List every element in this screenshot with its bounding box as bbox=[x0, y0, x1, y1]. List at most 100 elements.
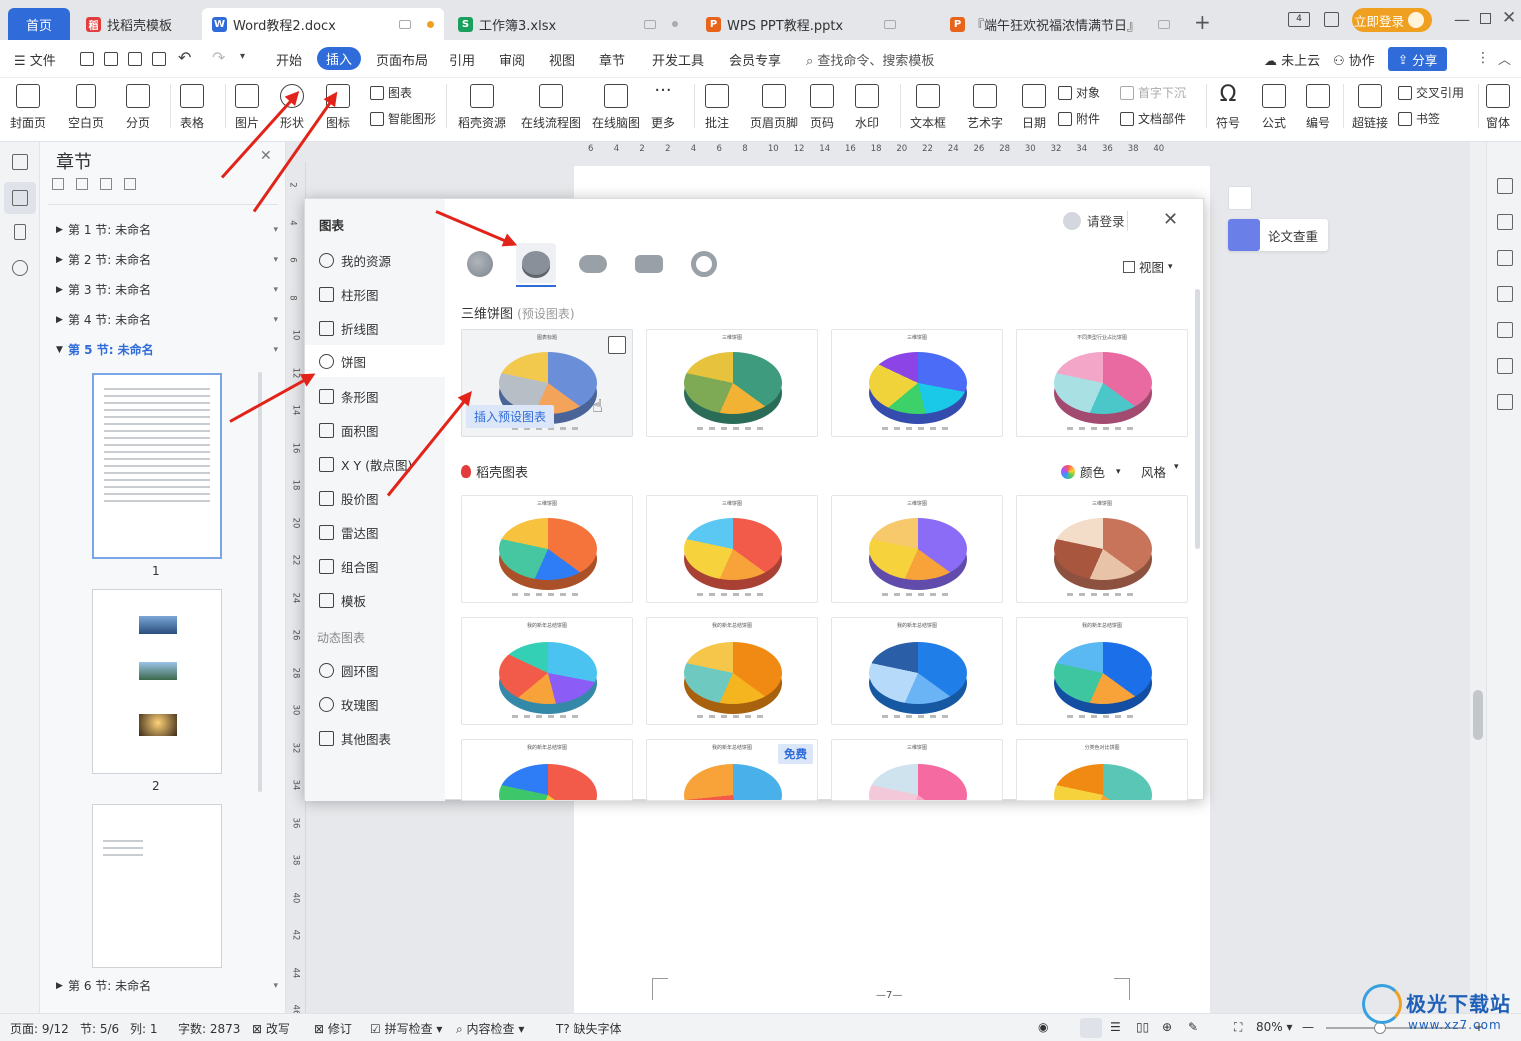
close-window-icon[interactable]: ✕ bbox=[1502, 8, 1516, 28]
picture-button[interactable]: 图片 bbox=[235, 84, 259, 131]
dropcap-button[interactable]: 首字下沉 bbox=[1120, 84, 1186, 101]
minimize-icon[interactable]: — bbox=[1454, 10, 1470, 29]
chart-category-item[interactable]: 雷达图 bbox=[319, 523, 379, 542]
content-check-button[interactable]: ⌕ 内容检查 ▾ bbox=[456, 1020, 524, 1037]
pin-icon[interactable] bbox=[399, 19, 411, 29]
tab-excel[interactable]: S 工作簿3.xlsx bbox=[448, 8, 688, 40]
chart-template-card[interactable]: 三维饼图 bbox=[461, 495, 633, 603]
chart-template-card[interactable]: 图表标题 插入预设图表 ☝ bbox=[461, 329, 633, 437]
chart-category-item[interactable]: 模板 bbox=[319, 591, 366, 610]
dialog-login[interactable]: 请登录 bbox=[1063, 211, 1125, 230]
fit-icon[interactable]: ⛶ bbox=[1234, 1020, 1242, 1035]
compass-icon[interactable] bbox=[1497, 358, 1513, 374]
symbol-button[interactable]: Ω 符号 bbox=[1216, 84, 1240, 131]
chart-template-card[interactable]: 三维饼图 bbox=[646, 329, 818, 437]
doc-parts-button[interactable]: 文档部件 bbox=[1120, 110, 1186, 127]
table-button[interactable]: 表格 bbox=[180, 84, 204, 131]
bookmark-button[interactable]: 书签 bbox=[1398, 110, 1440, 127]
status-page[interactable]: 页面: 9/12 bbox=[10, 1020, 69, 1037]
menu-start[interactable]: 开始 bbox=[276, 50, 302, 69]
add-section-icon[interactable] bbox=[100, 178, 112, 190]
search-icon[interactable] bbox=[12, 260, 28, 276]
chart-category-item[interactable]: 组合图 bbox=[319, 557, 379, 576]
pin-icon[interactable] bbox=[644, 19, 656, 29]
mindmap-button[interactable]: 在线脑图 bbox=[592, 84, 640, 131]
attachment-button[interactable]: 附件 bbox=[1058, 110, 1100, 127]
paper-check-button[interactable]: 论文查重 bbox=[1228, 219, 1328, 251]
chart-template-card[interactable]: 我的新年总结饼图 bbox=[831, 617, 1003, 725]
pie-2d-tab[interactable] bbox=[467, 251, 493, 277]
settings-slider-icon[interactable] bbox=[1497, 286, 1513, 302]
section-item[interactable]: ▶ 第 6 节: 未命名 ▾ bbox=[56, 977, 278, 994]
scroll-thumb[interactable] bbox=[1473, 690, 1483, 740]
tab-home[interactable]: 首页 bbox=[8, 8, 70, 40]
chart-category-item[interactable]: 我的资源 bbox=[319, 251, 391, 270]
section-item[interactable]: ▶ 第 4 节: 未命名 ▾ bbox=[56, 311, 278, 328]
web-view-icon[interactable]: ⊕ bbox=[1162, 1020, 1172, 1034]
page-number-button[interactable]: 页码 bbox=[810, 84, 834, 131]
export-pdf-icon[interactable] bbox=[104, 52, 118, 66]
vertical-scrollbar[interactable] bbox=[1470, 142, 1486, 1013]
share-button[interactable]: ⇪ 分享 bbox=[1388, 47, 1447, 71]
header-footer-button[interactable]: 页眉页脚 bbox=[750, 84, 798, 131]
panel-scrollbar[interactable] bbox=[258, 372, 262, 792]
print-preview-icon[interactable] bbox=[152, 52, 166, 66]
menu-member[interactable]: 会员专享 bbox=[729, 50, 781, 69]
zoom-out-icon[interactable]: — bbox=[1302, 1020, 1314, 1034]
blank-page-button[interactable]: 空白页 bbox=[68, 84, 104, 131]
outline-icon[interactable] bbox=[12, 154, 28, 170]
flowchart-button[interactable]: 在线流程图 bbox=[521, 84, 581, 131]
chart-category-item[interactable]: 股价图 bbox=[319, 489, 379, 508]
window-count-icon[interactable]: 4 bbox=[1288, 12, 1310, 27]
more-insert-button[interactable]: ··· 更多 bbox=[651, 82, 675, 131]
hyperlink-button[interactable]: 超链接 bbox=[1352, 84, 1388, 131]
wordart-button[interactable]: 艺术字 bbox=[967, 84, 1003, 131]
chart-template-card[interactable]: 三维饼图 bbox=[1016, 495, 1188, 603]
track-toggle[interactable]: ⊠ 修订 bbox=[314, 1020, 352, 1037]
tab-docer[interactable]: 稻 找稻壳模板 bbox=[76, 8, 196, 40]
overwrite-toggle[interactable]: ⊠ 改写 bbox=[252, 1020, 290, 1037]
grid-icon[interactable] bbox=[1324, 12, 1339, 27]
more-icon[interactable]: ⋮ bbox=[1476, 50, 1490, 66]
menu-section[interactable]: 章节 bbox=[599, 50, 625, 69]
page-thumbnail[interactable] bbox=[92, 804, 222, 968]
zoom-level[interactable]: 80% ▾ bbox=[1256, 1020, 1293, 1034]
chart-template-card[interactable]: 三维饼图 bbox=[831, 739, 1003, 801]
chart-template-card[interactable]: 分类色对比饼图 bbox=[1016, 739, 1188, 801]
file-menu[interactable]: ☰ 文件 bbox=[14, 50, 56, 69]
docer-resource-button[interactable]: 稻壳资源 bbox=[458, 84, 506, 131]
cover-page-button[interactable]: 封面页 bbox=[10, 84, 46, 131]
collapse-ribbon-icon[interactable]: ︿ bbox=[1498, 49, 1511, 68]
dialog-scrollbar[interactable] bbox=[1195, 289, 1200, 549]
smart-art-button[interactable]: 智能图形 bbox=[370, 110, 436, 127]
spellcheck-button[interactable]: ☑ 拼写检查 ▾ bbox=[370, 1020, 442, 1037]
textbox-button[interactable]: 文本框 bbox=[910, 84, 946, 131]
page-thumbnail[interactable] bbox=[92, 589, 222, 774]
expand-preview-icon[interactable] bbox=[608, 336, 626, 354]
menu-layout[interactable]: 页面布局 bbox=[376, 50, 428, 69]
status-words[interactable]: 字数: 2873 bbox=[178, 1020, 240, 1037]
cloud-status[interactable]: ☁ 未上云 bbox=[1264, 50, 1320, 69]
window-form-button[interactable]: 窗体 bbox=[1486, 84, 1510, 131]
save-icon[interactable] bbox=[80, 52, 94, 66]
missing-font-button[interactable]: T? 缺失字体 bbox=[556, 1020, 622, 1037]
bookmark-nav-icon[interactable] bbox=[14, 224, 26, 240]
chart-category-item[interactable]: 折线图 bbox=[319, 319, 379, 338]
section-item[interactable]: ▶ 第 2 节: 未命名 ▾ bbox=[56, 251, 278, 268]
watermark-button[interactable]: 水印 bbox=[855, 84, 879, 131]
chart-category-item[interactable]: 饼图 bbox=[305, 345, 445, 377]
page-thumbnail[interactable] bbox=[92, 373, 222, 559]
menu-reference[interactable]: 引用 bbox=[449, 50, 475, 69]
view-dropdown[interactable]: 视图 ▾ bbox=[1123, 257, 1173, 276]
chart-template-card[interactable]: 三维饼图 bbox=[646, 495, 818, 603]
pie-3d-tab-selected[interactable] bbox=[516, 243, 556, 283]
insert-preset-button[interactable]: 插入预设图表 bbox=[466, 405, 555, 428]
dynamic-chart-item[interactable]: 其他图表 bbox=[319, 729, 391, 748]
menu-view[interactable]: 视图 bbox=[549, 50, 575, 69]
chart-template-card[interactable]: 我的新年总结饼图 bbox=[646, 617, 818, 725]
customize-icon[interactable]: ▾ bbox=[240, 51, 245, 62]
formula-button[interactable]: 公式 bbox=[1262, 84, 1286, 131]
style-dropdown[interactable]: 风格 ▾ bbox=[1141, 462, 1179, 481]
dynamic-chart-item[interactable]: 圆环图 bbox=[319, 661, 379, 680]
print-icon[interactable] bbox=[128, 52, 142, 66]
